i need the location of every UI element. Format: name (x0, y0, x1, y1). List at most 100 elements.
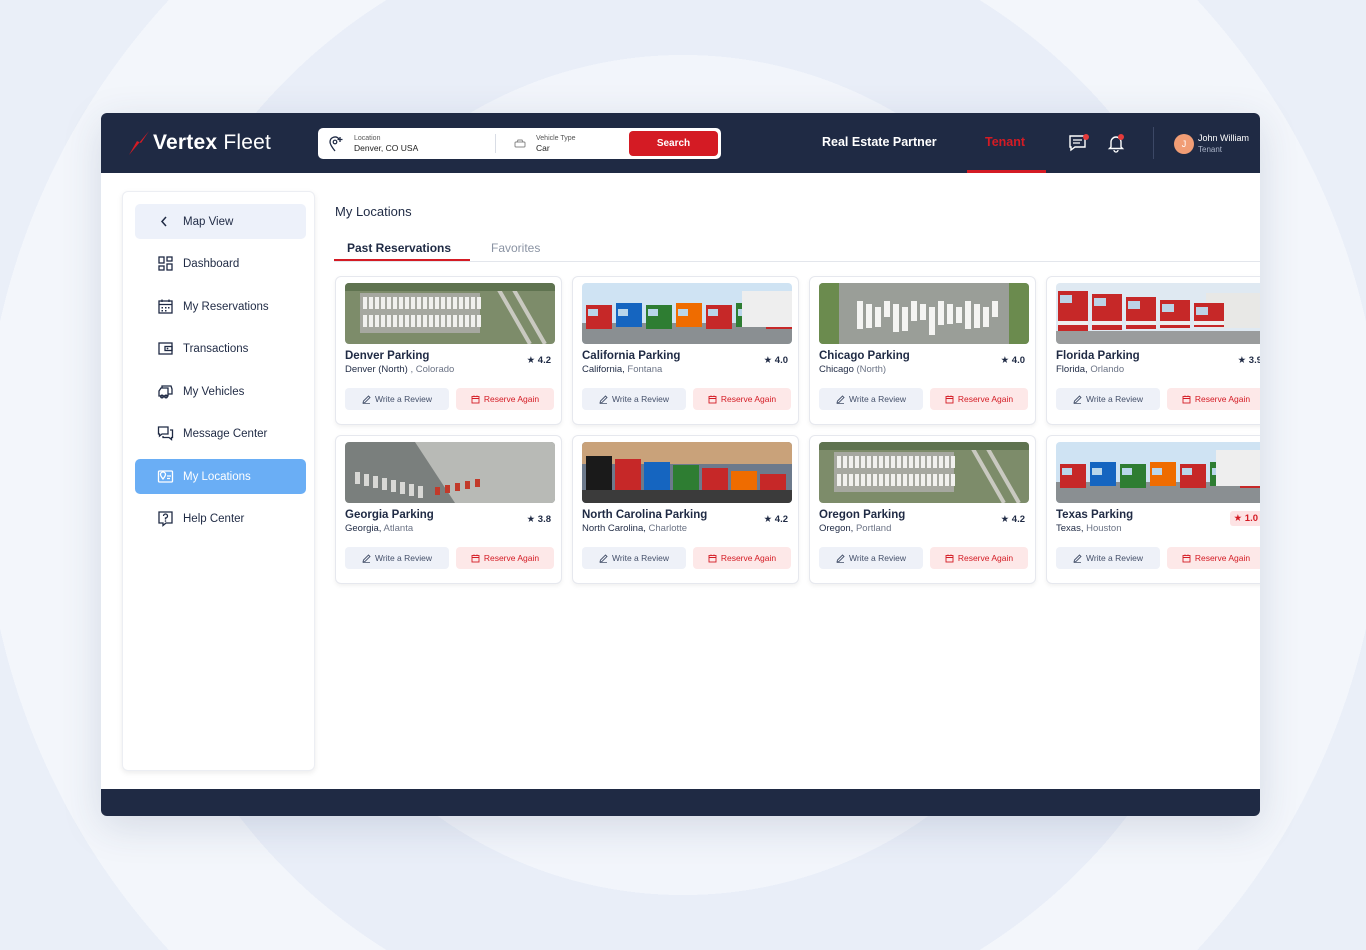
calendar-icon (1182, 395, 1191, 403)
sidebar-item-my-reservations[interactable]: My Reservations (135, 289, 306, 324)
reserve-again-button[interactable]: Reserve Again (930, 547, 1028, 569)
user-role: Tenant (1198, 145, 1223, 154)
location-card[interactable]: Florida Parking Florida, Orlando ★ 3.9 Writ… (1046, 276, 1260, 425)
location-photo[interactable] (819, 442, 1029, 503)
avatar[interactable]: J (1174, 134, 1194, 154)
nav-tenant[interactable]: Tenant (985, 135, 1025, 149)
star-icon: ★ (1233, 513, 1243, 524)
write-review-button[interactable]: Write a Review (345, 547, 449, 569)
calendar-icon (1182, 554, 1191, 562)
car-icon (514, 139, 526, 147)
location-address: Florida, Orlando (1056, 364, 1125, 375)
location-card[interactable]: California Parking California, Fontana ★ 4… (572, 276, 799, 425)
location-address: Georgia, Atlanta (345, 523, 414, 534)
sidebar: Map View Dashboard My Reservations Trans… (122, 191, 315, 771)
star-icon: ★ (1237, 355, 1247, 366)
rating-badge: ★ 4.2 (763, 514, 788, 525)
pen-icon (1073, 394, 1082, 404)
location-card[interactable]: Denver Parking Denver (North) , Colorado ★… (335, 276, 562, 425)
locations-icon (157, 470, 174, 483)
vehicle-type-label: Vehicle Type (536, 134, 576, 142)
location-photo[interactable] (345, 442, 555, 503)
location-card[interactable]: Georgia Parking Georgia, Atlanta ★ 3.8 Writ… (335, 435, 562, 584)
calendar-icon (158, 299, 173, 314)
tab-active-underline (334, 259, 470, 261)
reserve-again-button[interactable]: Reserve Again (693, 388, 791, 410)
location-name[interactable]: California Parking (582, 350, 680, 362)
vehicle-type-value: Car (536, 142, 550, 153)
sidebar-item-label: Dashboard (183, 257, 240, 270)
star-icon: ★ (1000, 355, 1010, 366)
location-address: Oregon, Portland (819, 523, 892, 534)
location-name[interactable]: Denver Parking (345, 350, 429, 362)
sidebar-item-help-center[interactable]: Help Center (135, 501, 306, 536)
location-address: Denver (North) , Colorado (345, 364, 455, 375)
tab-past-reservations[interactable]: Past Reservations (347, 241, 451, 255)
location-photo[interactable] (582, 283, 792, 344)
location-name[interactable]: Oregon Parking (819, 509, 905, 521)
search-button[interactable]: Search (629, 131, 718, 156)
write-review-button[interactable]: Write a Review (345, 388, 449, 410)
location-card[interactable]: North Carolina Parking North Carolina, Ch… (572, 435, 799, 584)
location-name[interactable]: Florida Parking (1056, 350, 1140, 362)
location-name[interactable]: North Carolina Parking (582, 509, 707, 521)
vehicle-type-field[interactable]: Vehicle Type Car (496, 134, 628, 154)
calendar-icon (471, 554, 480, 562)
location-name[interactable]: Chicago Parking (819, 350, 910, 362)
location-address: North Carolina, Charlotte (582, 523, 688, 534)
vehicles-icon (158, 385, 173, 399)
logo[interactable]: Vertex Fleet (127, 129, 271, 157)
sidebar-item-my-vehicles[interactable]: My Vehicles (135, 374, 306, 409)
sidebar-item-my-locations[interactable]: My Locations (135, 459, 306, 494)
reserve-again-button[interactable]: Reserve Again (930, 388, 1028, 410)
chevron-left-icon (160, 216, 167, 227)
calendar-icon (471, 395, 480, 403)
rating-badge: ★ 1.0 (1229, 511, 1260, 526)
location-pin-icon (329, 135, 343, 151)
location-photo[interactable] (345, 283, 555, 344)
write-review-button[interactable]: Write a Review (819, 388, 923, 410)
user-name[interactable]: John William (1198, 133, 1249, 143)
calendar-icon (708, 395, 717, 403)
nav-real-estate-partner[interactable]: Real Estate Partner (822, 135, 937, 149)
tab-favorites[interactable]: Favorites (491, 241, 540, 255)
location-address: Chicago (North) (819, 364, 887, 375)
reserve-again-button[interactable]: Reserve Again (1167, 388, 1260, 410)
location-name[interactable]: Texas Parking (1056, 509, 1133, 521)
app-window: Vertex Fleet Location Denver, CO USA Veh… (101, 113, 1260, 816)
location-card[interactable]: Chicago Parking Chicago (North) ★ 4.0 Write… (809, 276, 1036, 425)
messages-badge (1083, 134, 1089, 140)
location-photo[interactable] (819, 283, 1029, 344)
location-name[interactable]: Georgia Parking (345, 509, 434, 521)
sidebar-item-message-center[interactable]: Message Center (135, 416, 306, 451)
reserve-again-button[interactable]: Reserve Again (456, 388, 554, 410)
sidebar-item-map-view[interactable]: Map View (135, 204, 306, 239)
location-field[interactable]: Location Denver, CO USA (318, 134, 496, 153)
write-review-button[interactable]: Write a Review (582, 547, 686, 569)
location-photo[interactable] (1056, 283, 1260, 344)
top-bar: Vertex Fleet Location Denver, CO USA Veh… (101, 113, 1260, 173)
reserve-again-button[interactable]: Reserve Again (693, 547, 791, 569)
star-icon: ★ (526, 355, 536, 366)
write-review-button[interactable]: Write a Review (1056, 547, 1160, 569)
write-review-button[interactable]: Write a Review (1056, 388, 1160, 410)
location-photo[interactable] (1056, 442, 1260, 503)
location-card[interactable]: Oregon Parking Oregon, Portland ★ 4.2 Write… (809, 435, 1036, 584)
location-photo[interactable] (582, 442, 792, 503)
sidebar-item-label: My Vehicles (183, 385, 245, 398)
location-card[interactable]: Texas Parking Texas, Houston ★ 1.0 Write a … (1046, 435, 1260, 584)
reserve-again-button[interactable]: Reserve Again (1167, 547, 1260, 569)
write-review-button[interactable]: Write a Review (819, 547, 923, 569)
sidebar-item-dashboard[interactable]: Dashboard (135, 246, 306, 281)
pen-icon (836, 553, 845, 563)
nav-active-underline (967, 170, 1046, 173)
logo-mark-icon (129, 131, 149, 155)
sidebar-item-transactions[interactable]: Transactions (135, 331, 306, 366)
calendar-icon (945, 554, 954, 562)
logo-text: Vertex Fleet (153, 131, 271, 154)
divider (1153, 127, 1154, 159)
sidebar-item-label: Message Center (183, 427, 268, 440)
page-title: My Locations (335, 204, 412, 219)
reserve-again-button[interactable]: Reserve Again (456, 547, 554, 569)
write-review-button[interactable]: Write a Review (582, 388, 686, 410)
